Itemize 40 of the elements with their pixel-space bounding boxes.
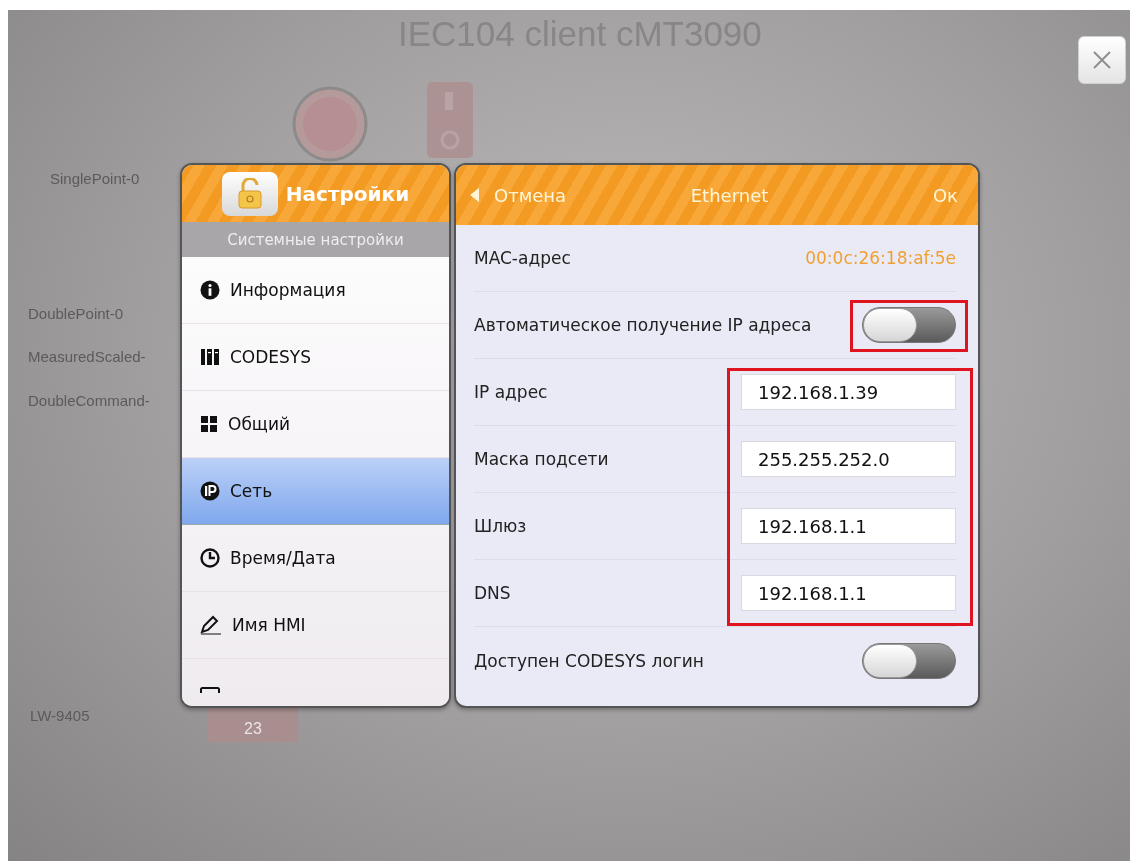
sidebar-item[interactable]: Имя HMI xyxy=(182,592,449,659)
tag-label: DoubleCommand- xyxy=(28,392,150,409)
toggle-switch[interactable] xyxy=(862,307,956,343)
setting-label: Автоматическое получение IP адреса xyxy=(474,315,812,335)
tag-label: MeasuredScaled- xyxy=(28,348,146,365)
padlock-icon xyxy=(236,177,263,210)
info-icon xyxy=(200,280,220,300)
sidebar-item[interactable]: CODESYS xyxy=(182,324,449,391)
sidebar-item[interactable]: Время/Дата xyxy=(182,525,449,592)
sidebar-item[interactable]: Информация xyxy=(182,257,449,324)
setting-label: IP адрес xyxy=(474,382,548,402)
close-icon xyxy=(1091,49,1113,71)
grid-icon xyxy=(200,415,218,433)
setting-label: DNS xyxy=(474,583,511,603)
input-field[interactable]: 255.255.252.0 xyxy=(741,441,956,477)
section-header: Системные настройки xyxy=(182,222,449,257)
toggle-switch[interactable] xyxy=(862,642,956,679)
lock-button[interactable] xyxy=(221,171,278,216)
sidebar-item[interactable]: Сеть xyxy=(182,458,449,525)
input-field[interactable]: 192.168.1.1 xyxy=(741,508,956,544)
mac-address-value: 00:0c:26:18:af:5e xyxy=(805,248,956,268)
network-icon xyxy=(200,481,220,501)
setting-label: Шлюз xyxy=(474,516,527,536)
close-button[interactable] xyxy=(1078,36,1126,84)
monitor-icon xyxy=(200,686,220,693)
setting-label: Маска подсети xyxy=(474,449,609,469)
setting-label: MAC-адрес xyxy=(474,248,571,268)
setting-label: Доступен CODESYS логин xyxy=(474,650,704,671)
panel-title: Ethernet xyxy=(690,184,769,206)
lamp-indicator-icon xyxy=(290,84,370,164)
tag-label: SinglePoint-0 xyxy=(50,170,140,187)
switch-indicator-icon xyxy=(425,80,475,160)
books-icon xyxy=(200,348,220,366)
tag-label: DoublePoint-0 xyxy=(28,305,124,322)
input-field[interactable]: 192.168.1.39 xyxy=(741,374,956,410)
input-field[interactable]: 192.168.1.1 xyxy=(741,575,956,611)
clock-icon xyxy=(200,548,220,568)
back-arrow-icon xyxy=(470,188,480,202)
pen-icon xyxy=(200,615,222,635)
sidebar-title: Настройки xyxy=(285,181,410,206)
